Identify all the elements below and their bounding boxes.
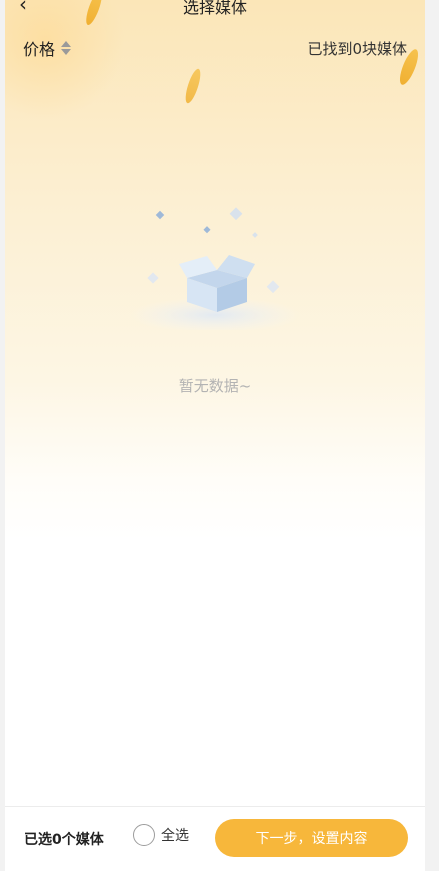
price-sort-label: 价格 (23, 40, 56, 59)
empty-text: 暂无数据~ (178, 377, 252, 395)
selected-count: 已选0个媒体 (24, 832, 104, 848)
select-all-label: 全选 (161, 828, 189, 844)
found-count: 已找到0块媒体 (307, 40, 407, 58)
phone-screen: ‹ 选择媒体 价格 已找到0块媒体 暂无数据~ 已选0个媒体 全选 下一步，设置… (5, 0, 425, 871)
right-gutter (425, 0, 439, 871)
next-step-button[interactable]: 下一步，设置内容 (215, 819, 408, 857)
filter-bar: 价格 已找到0块媒体 (5, 36, 425, 60)
page-title: 选择媒体 (182, 0, 247, 17)
price-sort-button[interactable]: 价格 (23, 36, 72, 60)
select-all-toggle[interactable]: 全选 (133, 824, 189, 846)
empty-box-icon (130, 207, 300, 330)
select-all-radio[interactable] (133, 824, 155, 846)
header: ‹ 选择媒体 (5, 0, 425, 20)
bottom-bar: 已选0个媒体 全选 下一步，设置内容 (5, 806, 425, 871)
empty-state: 暂无数据~ (5, 200, 425, 400)
decorative-leaf (182, 67, 204, 105)
sort-updown-icon (61, 41, 72, 55)
